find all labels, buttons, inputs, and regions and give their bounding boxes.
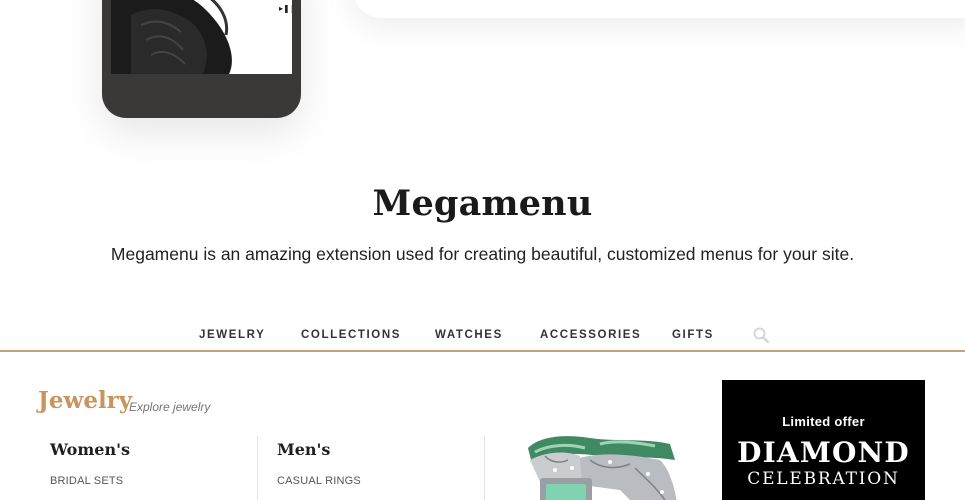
nav-item-collections[interactable]: COLLECTIONS	[301, 329, 401, 341]
promo-headline: DIAMOND	[737, 436, 910, 469]
video-controls[interactable]: ▸❚❚	[279, 4, 292, 13]
main-nav: JEWELRY COLLECTIONS WATCHES ACCESSORIES …	[0, 320, 965, 352]
nav-item-jewelry[interactable]: JEWELRY	[199, 329, 265, 341]
phone-mockup: ▸❚❚	[102, 0, 301, 118]
search-icon[interactable]	[752, 326, 770, 344]
column-divider	[484, 436, 485, 500]
page-subtitle: Megamenu is an amazing extension used fo…	[110, 244, 855, 264]
watch-product-image[interactable]	[520, 430, 685, 500]
mega-subtitle: Explore jewelry	[129, 400, 211, 414]
column-heading-womens[interactable]: Women's	[50, 440, 130, 459]
nav-item-watches[interactable]: WATCHES	[435, 329, 503, 341]
promo-banner[interactable]: Limited offer DIAMOND CELEBRATION	[722, 380, 925, 500]
phone-screen: ▸❚❚	[111, 0, 292, 74]
mega-title: Jewelry	[38, 387, 133, 414]
promo-subheadline: CELEBRATION	[747, 469, 900, 489]
link-bridal-sets[interactable]: BRIDAL SETS	[50, 475, 123, 487]
link-casual-rings[interactable]: CASUAL RINGS	[277, 475, 361, 487]
column-heading-mens[interactable]: Men's	[277, 440, 330, 459]
column-divider	[257, 436, 258, 500]
top-card	[352, 0, 965, 18]
page-title: Megamenu	[372, 183, 593, 224]
nav-item-accessories[interactable]: ACCESSORIES	[540, 329, 641, 341]
promo-label: Limited offer	[782, 414, 865, 429]
nav-item-gifts[interactable]: GIFTS	[672, 329, 714, 341]
phone-screen-image	[111, 0, 292, 74]
